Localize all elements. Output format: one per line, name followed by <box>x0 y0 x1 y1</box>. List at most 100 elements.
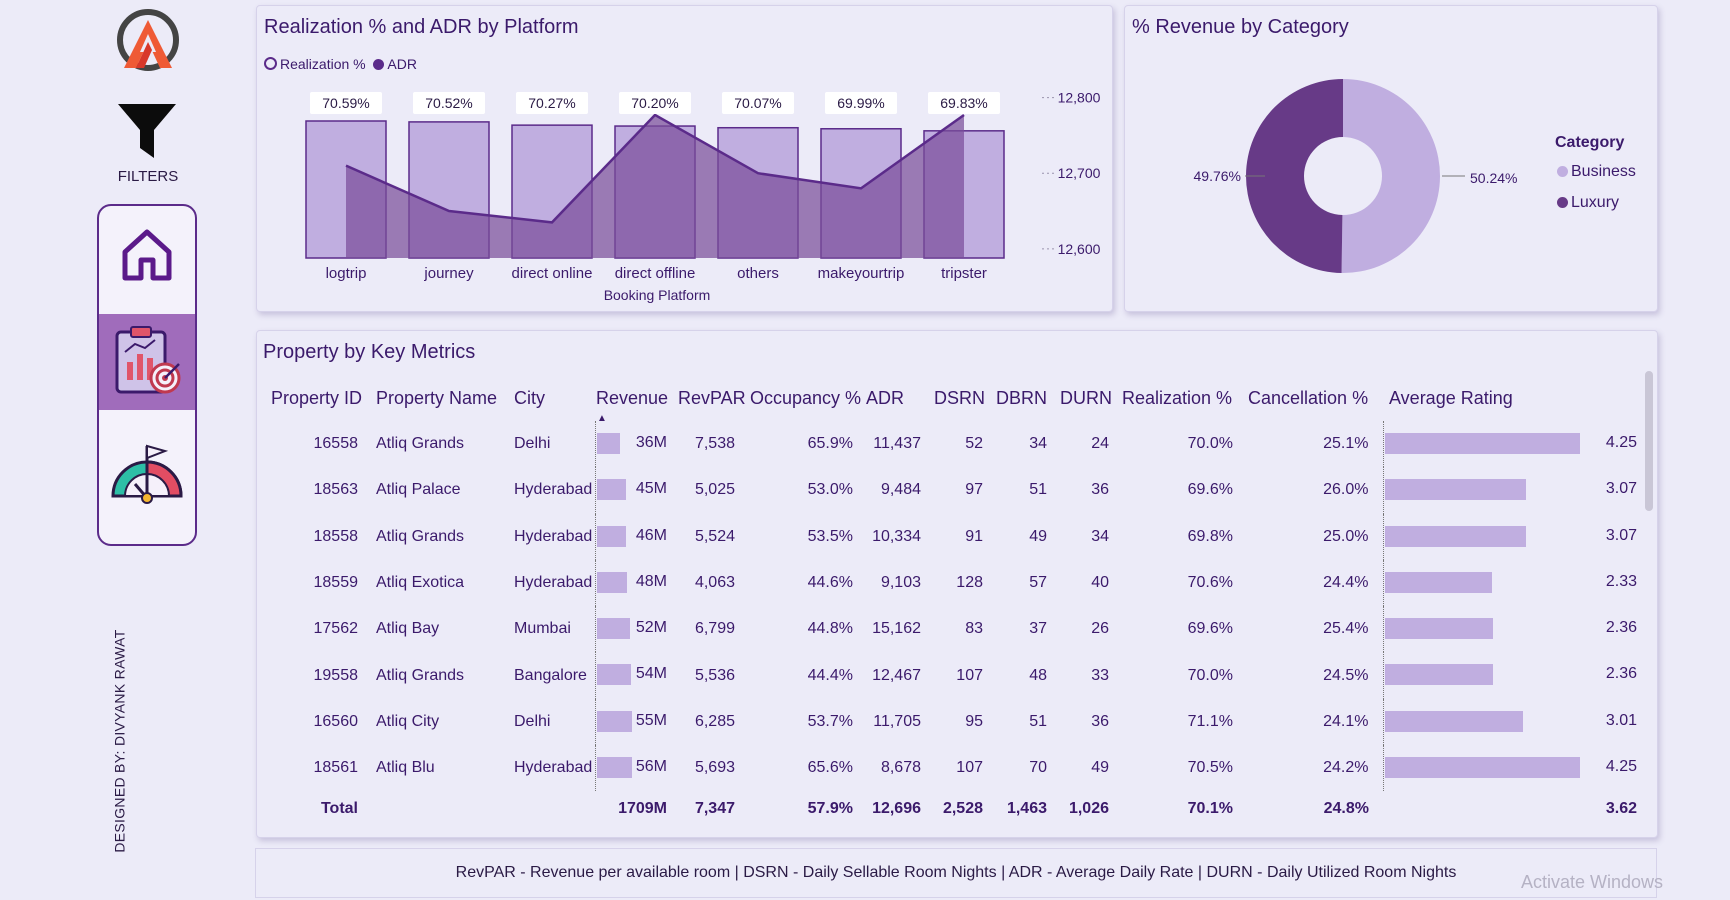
cell-property-name: Atliq Grands <box>376 435 465 453</box>
nav-report-button[interactable] <box>99 314 195 410</box>
nav-panel <box>97 204 197 546</box>
revenue-bar <box>596 618 630 640</box>
cell-dbrn: 51 <box>1029 712 1047 730</box>
col-header-revenue[interactable]: Revenue ▲ <box>595 375 677 425</box>
cell-property-name: Atliq Blu <box>376 759 435 777</box>
table-row[interactable]: 18561 Atliq Blu Hyderabad 56M 5,693 65.6% 8,67… <box>257 745 1645 792</box>
cell-revpar: 5,536 <box>694 666 735 684</box>
col-header-city[interactable]: City <box>513 375 595 421</box>
revenue-value: 52M <box>635 619 667 637</box>
total-adr: 12,696 <box>872 800 921 818</box>
y2-tick-label: 12,800 <box>1058 90 1101 106</box>
table-header-row: Property ID Property Name City Revenue ▲ … <box>257 375 1645 425</box>
cell-dbrn: 34 <box>1029 435 1047 453</box>
col-header-occupancy[interactable]: Occupancy % <box>749 375 865 421</box>
cell-adr: 12,467 <box>872 666 921 684</box>
legend-luxury-label: Luxury <box>1571 194 1620 211</box>
nav-home-button[interactable] <box>99 206 195 302</box>
rating-bar <box>1384 571 1492 593</box>
rating-value: 2.36 <box>1605 619 1637 637</box>
category-legend-luxury[interactable]: Luxury <box>1557 194 1619 212</box>
designed-by-credit: DESIGNED BY: DIVYANK RAWAT <box>111 629 128 853</box>
realization-data-label: 70.52% <box>425 95 472 111</box>
property-table-title: Property by Key Metrics <box>263 341 476 363</box>
col-header-cancellation[interactable]: Cancellation % <box>1247 375 1383 421</box>
cell-occupancy: 65.6% <box>807 759 853 777</box>
table-row[interactable]: 18558 Atliq Grands Hyderabad 46M 5,524 53.5% 1… <box>257 513 1645 560</box>
property-metrics-panel: Property by Key Metrics Property ID Prop… <box>256 330 1658 838</box>
total-dsrn: 2,528 <box>942 800 983 818</box>
revenue-value: 36M <box>635 434 667 451</box>
cell-property-name: Atliq Bay <box>376 620 440 638</box>
nav-target-button[interactable] <box>99 430 195 526</box>
cell-property-name: Atliq Palace <box>376 481 461 499</box>
table-row[interactable]: 18559 Atliq Exotica Hyderabad 48M 4,063 44.6%… <box>257 559 1645 607</box>
filter-icon[interactable] <box>114 100 180 162</box>
cell-city: Delhi <box>514 435 551 453</box>
col-header-revpar[interactable]: RevPAR <box>677 375 749 421</box>
table-row[interactable]: 16560 Atliq City Delhi 55M 6,285 53.7% 11,705 9… <box>257 698 1645 746</box>
x-tick-label: journey <box>423 265 474 282</box>
rating-bar <box>1384 618 1493 640</box>
revenue-bar <box>596 571 627 593</box>
cell-adr: 11,705 <box>873 712 921 730</box>
category-donut-chart: 49.76% 50.24% <box>1194 79 1517 274</box>
col-header-realization[interactable]: Realization % <box>1121 375 1247 421</box>
cell-revenue: 45M <box>594 467 677 514</box>
app-logo <box>116 8 180 72</box>
rating-value: 2.36 <box>1605 665 1637 683</box>
cell-dsrn: 91 <box>965 527 983 545</box>
col-header-revenue-label: Revenue <box>596 387 669 408</box>
cell-average-rating: 2.36 <box>1382 606 1645 653</box>
col-header-average-rating[interactable]: Average Rating <box>1383 375 1645 421</box>
cell-durn: 49 <box>1091 759 1109 777</box>
cell-realization: 70.5% <box>1187 759 1233 777</box>
col-header-durn[interactable]: DURN <box>1059 375 1121 421</box>
revenue-bar <box>596 433 620 454</box>
table-row[interactable]: 17562 Atliq Bay Mumbai 52M 6,799 44.8% 15,162 8… <box>257 606 1645 653</box>
table-scrollbar[interactable] <box>1645 371 1653 511</box>
luxury-percent-label: 49.76% <box>1194 168 1241 184</box>
table-row[interactable]: 18563 Atliq Palace Hyderabad 45M 5,025 53.0% 9… <box>257 467 1645 514</box>
col-header-property-id[interactable]: Property ID <box>257 375 368 421</box>
cell-property-id: 16560 <box>313 712 359 730</box>
cell-revpar: 5,524 <box>694 527 735 545</box>
cell-average-rating: 4.25 <box>1382 745 1645 792</box>
cell-property-id: 18559 <box>313 574 359 592</box>
cell-property-id: 16558 <box>313 435 359 453</box>
revenue-bar <box>596 664 631 686</box>
cell-property-name: Atliq Grands <box>376 527 465 545</box>
cell-revpar: 7,538 <box>694 435 735 453</box>
cell-dsrn: 107 <box>956 666 983 684</box>
table-row[interactable]: 19558 Atliq Grands Bangalore 54M 5,536 44.4% 1… <box>257 652 1645 699</box>
col-header-dbrn[interactable]: DBRN <box>995 375 1059 421</box>
cell-dsrn: 128 <box>956 574 983 592</box>
cell-occupancy: 53.0% <box>807 481 853 499</box>
col-header-dsrn[interactable]: DSRN <box>933 375 995 421</box>
cell-durn: 33 <box>1091 666 1109 684</box>
cell-revenue: 52M <box>594 606 677 653</box>
platform-chart-panel: Realization % and ADR by Platform Realiz… <box>256 5 1113 312</box>
category-legend-business[interactable]: Business <box>1557 163 1636 181</box>
total-cancellation: 24.8% <box>1323 800 1369 818</box>
rating-bar <box>1384 479 1526 501</box>
business-slice[interactable] <box>1341 79 1440 274</box>
x-tick-label: makeyourtrip <box>818 265 905 282</box>
cell-adr: 15,162 <box>872 620 921 638</box>
cell-adr: 9,103 <box>880 574 921 592</box>
category-legend-title: Category <box>1555 134 1625 151</box>
cell-occupancy: 65.9% <box>807 435 853 453</box>
rating-bar <box>1384 757 1580 779</box>
table-row[interactable]: 16558 Atliq Grands Delhi 36M 7,538 65.9% 11,43… <box>257 421 1645 468</box>
x-tick-label: direct offline <box>615 265 696 282</box>
total-dbrn: 1,463 <box>1006 800 1047 818</box>
filters-label: FILTERS <box>117 168 179 185</box>
cell-occupancy: 53.5% <box>807 527 853 545</box>
cell-dbrn: 48 <box>1029 666 1047 684</box>
col-header-property-name[interactable]: Property Name <box>368 375 513 421</box>
col-header-adr[interactable]: ADR <box>865 375 933 421</box>
cell-occupancy: 44.6% <box>807 574 853 592</box>
cell-dbrn: 49 <box>1029 527 1047 545</box>
realization-data-label: 70.27% <box>528 95 575 111</box>
cell-city: Mumbai <box>514 620 571 638</box>
